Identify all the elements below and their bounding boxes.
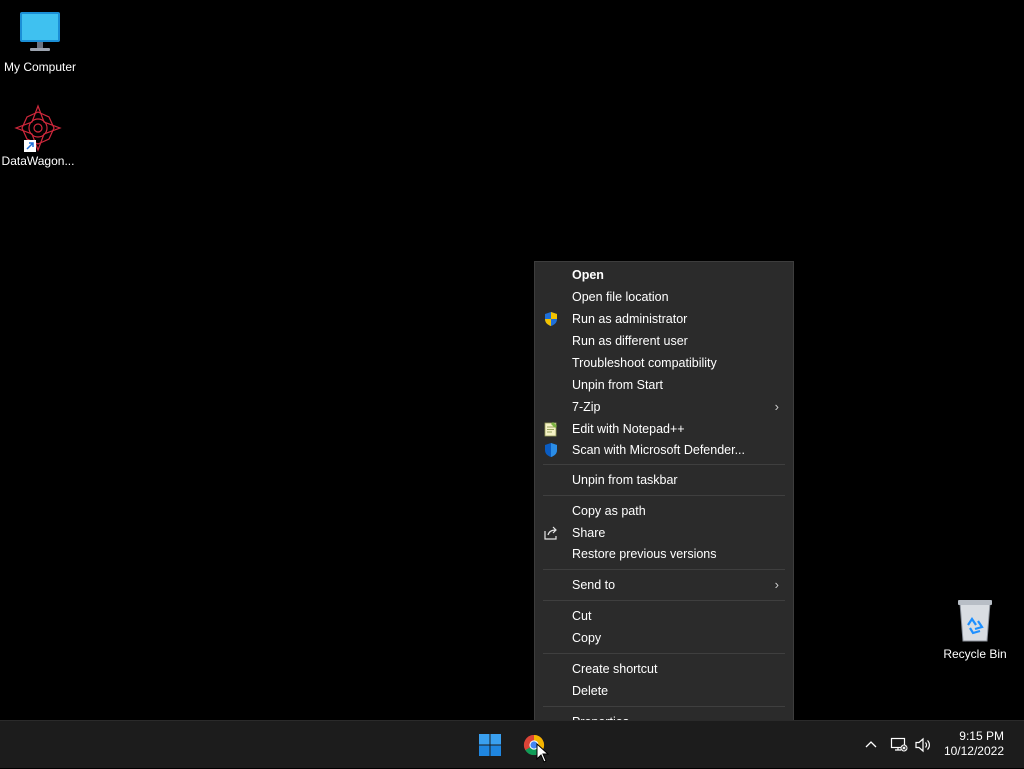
desktop-icon-label: My Computer (3, 60, 77, 74)
menu-item-troubleshoot-compatibility[interactable]: Troubleshoot compatibility (539, 352, 789, 374)
menu-separator (543, 464, 785, 465)
recycle-bin-icon (951, 597, 999, 645)
network-status-button[interactable] (888, 721, 910, 769)
menu-item-run-as-different-user[interactable]: Run as different user (539, 330, 789, 352)
windows-start-icon (479, 734, 501, 756)
menu-item-send-to[interactable]: Send to › (539, 574, 789, 596)
desktop-icon-my-computer[interactable]: My Computer (0, 10, 80, 74)
start-button[interactable] (474, 729, 506, 761)
desktop-icon-datawagon[interactable]: DataWagon... (0, 104, 78, 168)
menu-item-restore-previous-versions[interactable]: Restore previous versions (539, 543, 789, 565)
menu-item-unpin-from-taskbar[interactable]: Unpin from taskbar (539, 469, 789, 491)
menu-separator (543, 569, 785, 570)
shortcut-arrow-icon (24, 140, 36, 152)
desktop-icon-label: Recycle Bin (943, 647, 1007, 661)
menu-item-label: Copy (572, 631, 602, 645)
menu-item-7zip[interactable]: 7-Zip › (539, 396, 789, 418)
share-icon (543, 525, 559, 541)
taskbar-chrome-button[interactable] (518, 729, 550, 763)
menu-separator (543, 495, 785, 496)
context-menu: Open Open file location Run as administr… (534, 261, 794, 735)
menu-item-label: Open file location (572, 290, 669, 304)
menu-item-open[interactable]: Open (539, 264, 789, 286)
defender-shield-icon (543, 442, 559, 458)
network-icon (890, 737, 908, 752)
menu-item-label: Restore previous versions (572, 547, 717, 561)
menu-separator (543, 653, 785, 654)
menu-item-edit-with-notepadpp[interactable]: Edit with Notepad++ (539, 418, 789, 440)
menu-item-copy-as-path[interactable]: Copy as path (539, 500, 789, 522)
menu-item-delete[interactable]: Delete (539, 680, 789, 702)
menu-item-label: 7-Zip (572, 400, 601, 414)
menu-item-copy[interactable]: Copy (539, 627, 789, 649)
mouse-cursor-icon (536, 743, 550, 763)
desktop-icon-label: DataWagon... (1, 154, 75, 168)
menu-item-label: Open (572, 268, 604, 282)
menu-item-label: Cut (572, 609, 592, 623)
menu-item-label: Copy as path (572, 504, 646, 518)
chevron-up-icon (865, 741, 877, 748)
menu-item-share[interactable]: Share (539, 522, 789, 544)
menu-item-create-shortcut[interactable]: Create shortcut (539, 658, 789, 680)
menu-item-label: Edit with Notepad++ (572, 422, 685, 436)
clock-time: 9:15 PM (959, 729, 1004, 743)
menu-item-scan-with-defender[interactable]: Scan with Microsoft Defender... (539, 439, 789, 461)
menu-item-label: Delete (572, 684, 609, 698)
menu-separator (543, 600, 785, 601)
menu-item-label: Unpin from Start (572, 378, 664, 392)
menu-item-label: Troubleshoot compatibility (572, 356, 717, 370)
desktop-icon-recycle-bin[interactable]: Recycle Bin (935, 597, 1015, 661)
chevron-right-icon: › (774, 399, 779, 414)
menu-separator (543, 706, 785, 707)
volume-icon (915, 737, 930, 753)
taskbar: 9:15 PM 10/12/2022 (0, 720, 1024, 768)
menu-item-cut[interactable]: Cut (539, 605, 789, 627)
menu-item-label: Unpin from taskbar (572, 473, 678, 487)
datawagon-app-icon (14, 104, 62, 152)
menu-item-label: Share (572, 526, 606, 540)
menu-item-unpin-from-start[interactable]: Unpin from Start (539, 374, 789, 396)
menu-item-label: Send to (572, 578, 616, 592)
tray-overflow-button[interactable] (860, 721, 882, 769)
notepad-plus-plus-icon (543, 421, 559, 437)
menu-item-run-as-administrator[interactable]: Run as administrator (539, 308, 789, 330)
menu-item-open-file-location[interactable]: Open file location (539, 286, 789, 308)
uac-shield-icon (543, 311, 559, 327)
chevron-right-icon: › (774, 577, 779, 592)
menu-item-label: Run as administrator (572, 312, 688, 326)
monitor-icon (16, 10, 64, 58)
menu-item-label: Run as different user (572, 334, 688, 348)
volume-button[interactable] (912, 721, 934, 769)
menu-item-label: Scan with Microsoft Defender... (572, 443, 745, 457)
menu-item-label: Create shortcut (572, 662, 658, 676)
taskbar-clock[interactable]: 9:15 PM 10/12/2022 (944, 729, 1004, 759)
clock-date: 10/12/2022 (943, 744, 1004, 758)
